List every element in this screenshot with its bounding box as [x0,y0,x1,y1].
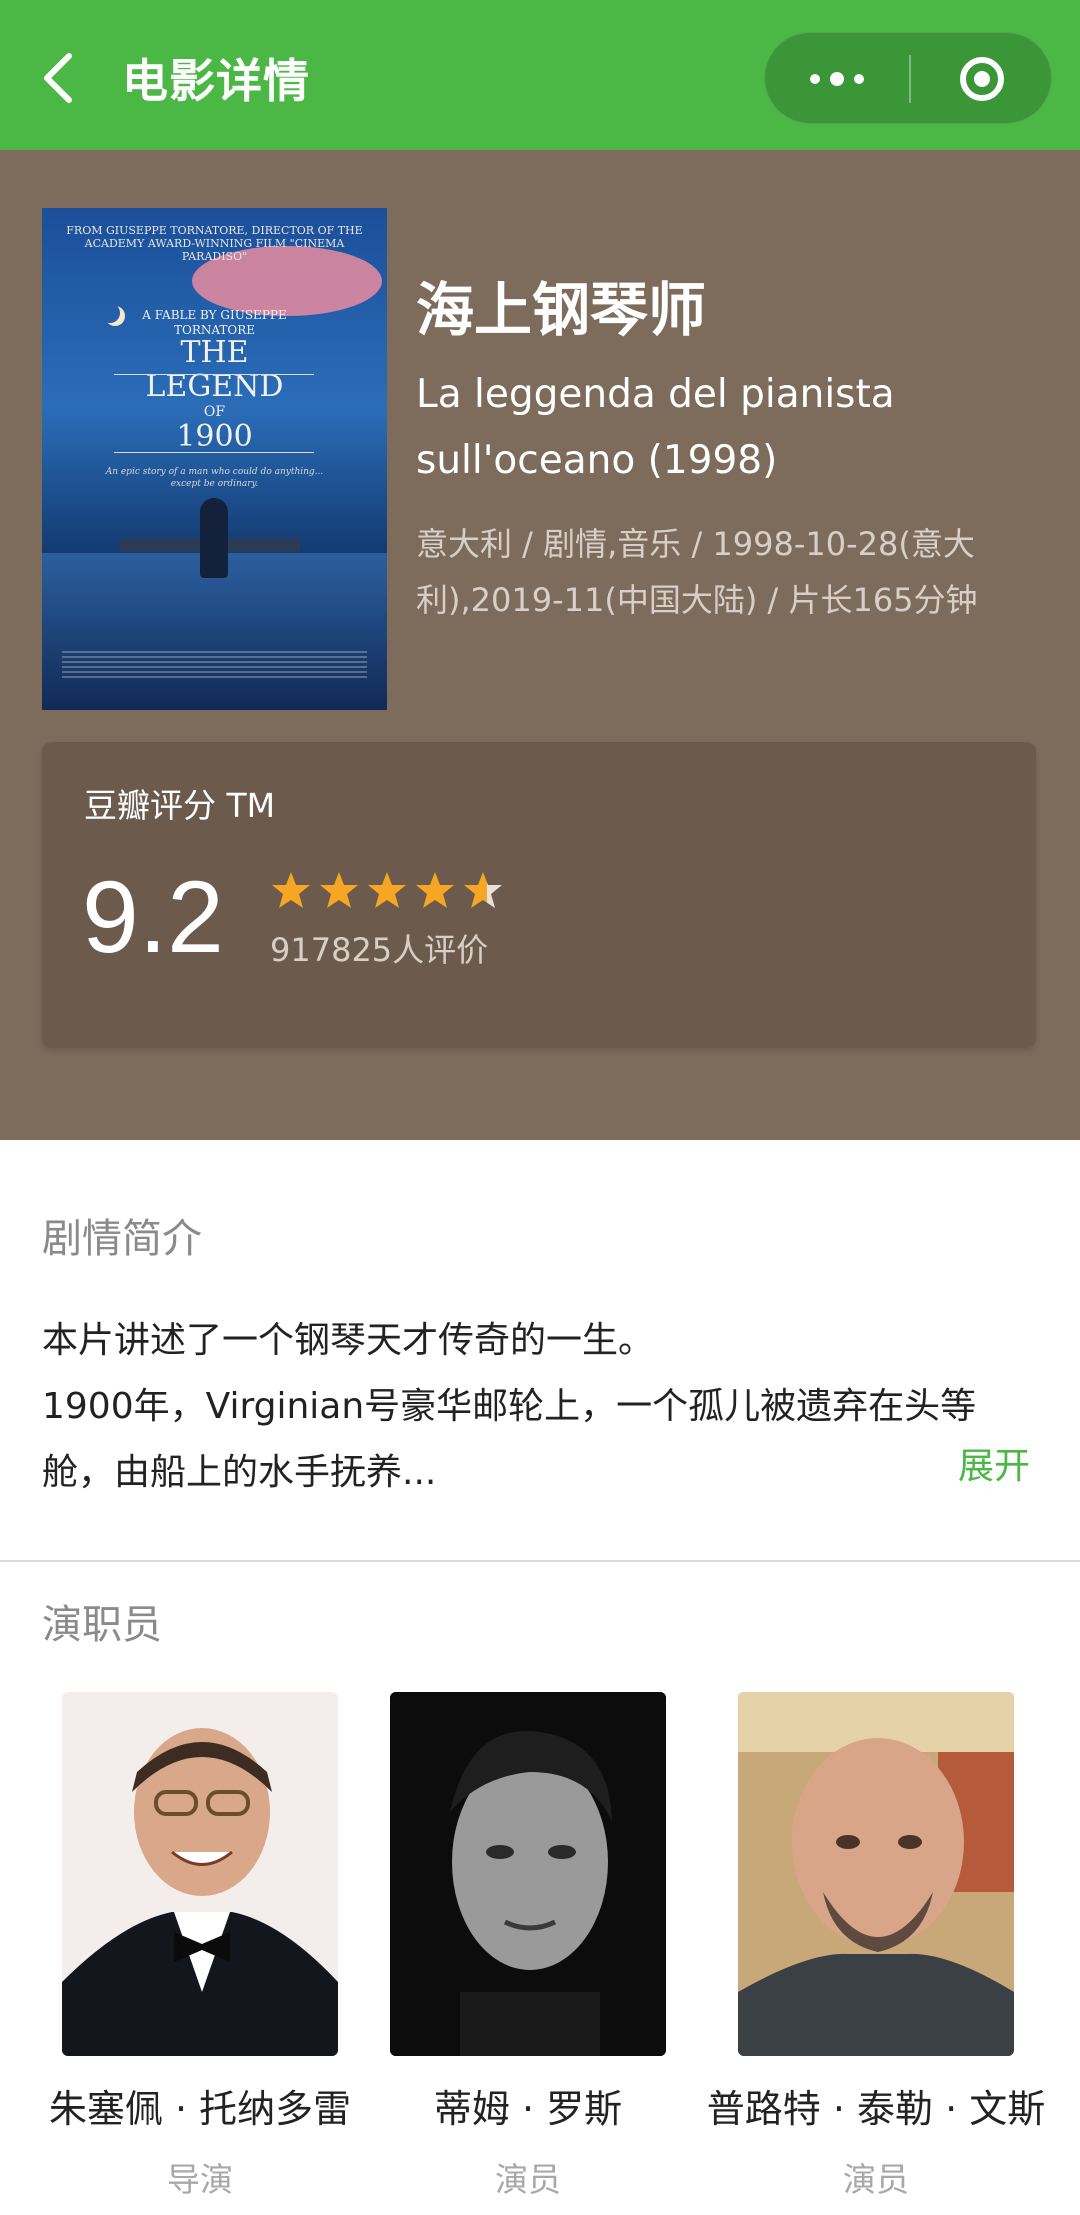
poster-title-of: OF [203,404,226,420]
cast-photo [390,1692,666,2056]
poster-title-legend: LEGEND [145,369,284,404]
back-button[interactable] [38,48,78,108]
poster-figure [200,498,228,578]
cast-photo [738,1692,1014,2056]
expand-link[interactable]: 展开 [958,1434,1030,1500]
target-close-icon [960,57,1004,101]
poster-credits [62,648,367,678]
star-icon [368,872,406,908]
cast-name: 朱塞佩 · 托纳多雷 [48,2087,352,2131]
chevron-left-icon [44,53,72,103]
synopsis-text: 本片讲述了一个钢琴天才传奇的一生。 1900年，Virginian号豪华邮轮上，… [42,1320,977,1493]
close-button[interactable] [911,33,1053,125]
poster-title-the: THE [180,335,249,370]
person-portrait-icon [390,1692,666,2056]
cast-role: 导演 [167,2160,233,2199]
poster-title-1900: 1900 [176,419,253,454]
mini-program-capsule [764,32,1052,124]
star-icon [464,872,502,908]
more-button[interactable] [765,33,909,125]
movie-header: FROM GIUSEPPE TORNATORE, DIRECTOR OF THE… [0,150,1080,1140]
star-icon [272,872,310,908]
cast-name: 蒂姆 · 罗斯 [433,2087,623,2131]
section-divider [0,1560,1080,1562]
synopsis-heading: 剧情简介 [42,1216,202,1262]
more-dot-icon [810,74,820,84]
more-dot-icon [830,72,844,86]
rating-card: 豆瓣评分 TM 9.2 917825人评价 [42,742,1036,1048]
movie-poster[interactable]: FROM GIUSEPPE TORNATORE, DIRECTOR OF THE… [42,208,387,710]
poster-top-line: FROM GIUSEPPE TORNATORE, DIRECTOR OF THE… [66,224,363,263]
poster-tagline: An epic story of a man who could do anyt… [105,467,324,489]
page-title: 电影详情 [122,54,310,108]
movie-meta: 意大利 / 剧情,音乐 / 1998-10-28(意大利),2019-11(中国… [416,525,978,619]
person-portrait-icon [62,1692,338,2056]
person-portrait-icon [738,1692,1014,2056]
poster-fable: A FABLE BY GIUSEPPE TORNATORE [142,308,287,337]
navigation-bar: 电影详情 [0,0,1080,150]
rating-label: 豆瓣评分 TM [84,786,276,825]
cast-role: 演员 [843,2160,909,2199]
rating-count: 917825人评价 [270,931,489,969]
poster-rule [114,452,314,453]
poster-rule [114,374,314,375]
cast-photo [62,1692,338,2056]
cast-name: 普路特 · 泰勒 · 文斯 [706,2087,1046,2131]
cast-role: 演员 [495,2160,561,2199]
movie-original-title: La leggenda del pianista sull'oceano (19… [416,372,895,483]
star-icon [416,872,454,908]
star-rating [270,870,504,914]
poster-title: THE LEGEND OF 1900 [82,336,347,454]
star-icon [320,872,358,908]
rating-score: 9.2 [82,860,224,974]
movie-title: 海上钢琴师 [416,276,707,344]
more-dot-icon [854,74,864,84]
cast-heading: 演职员 [42,1602,162,1648]
